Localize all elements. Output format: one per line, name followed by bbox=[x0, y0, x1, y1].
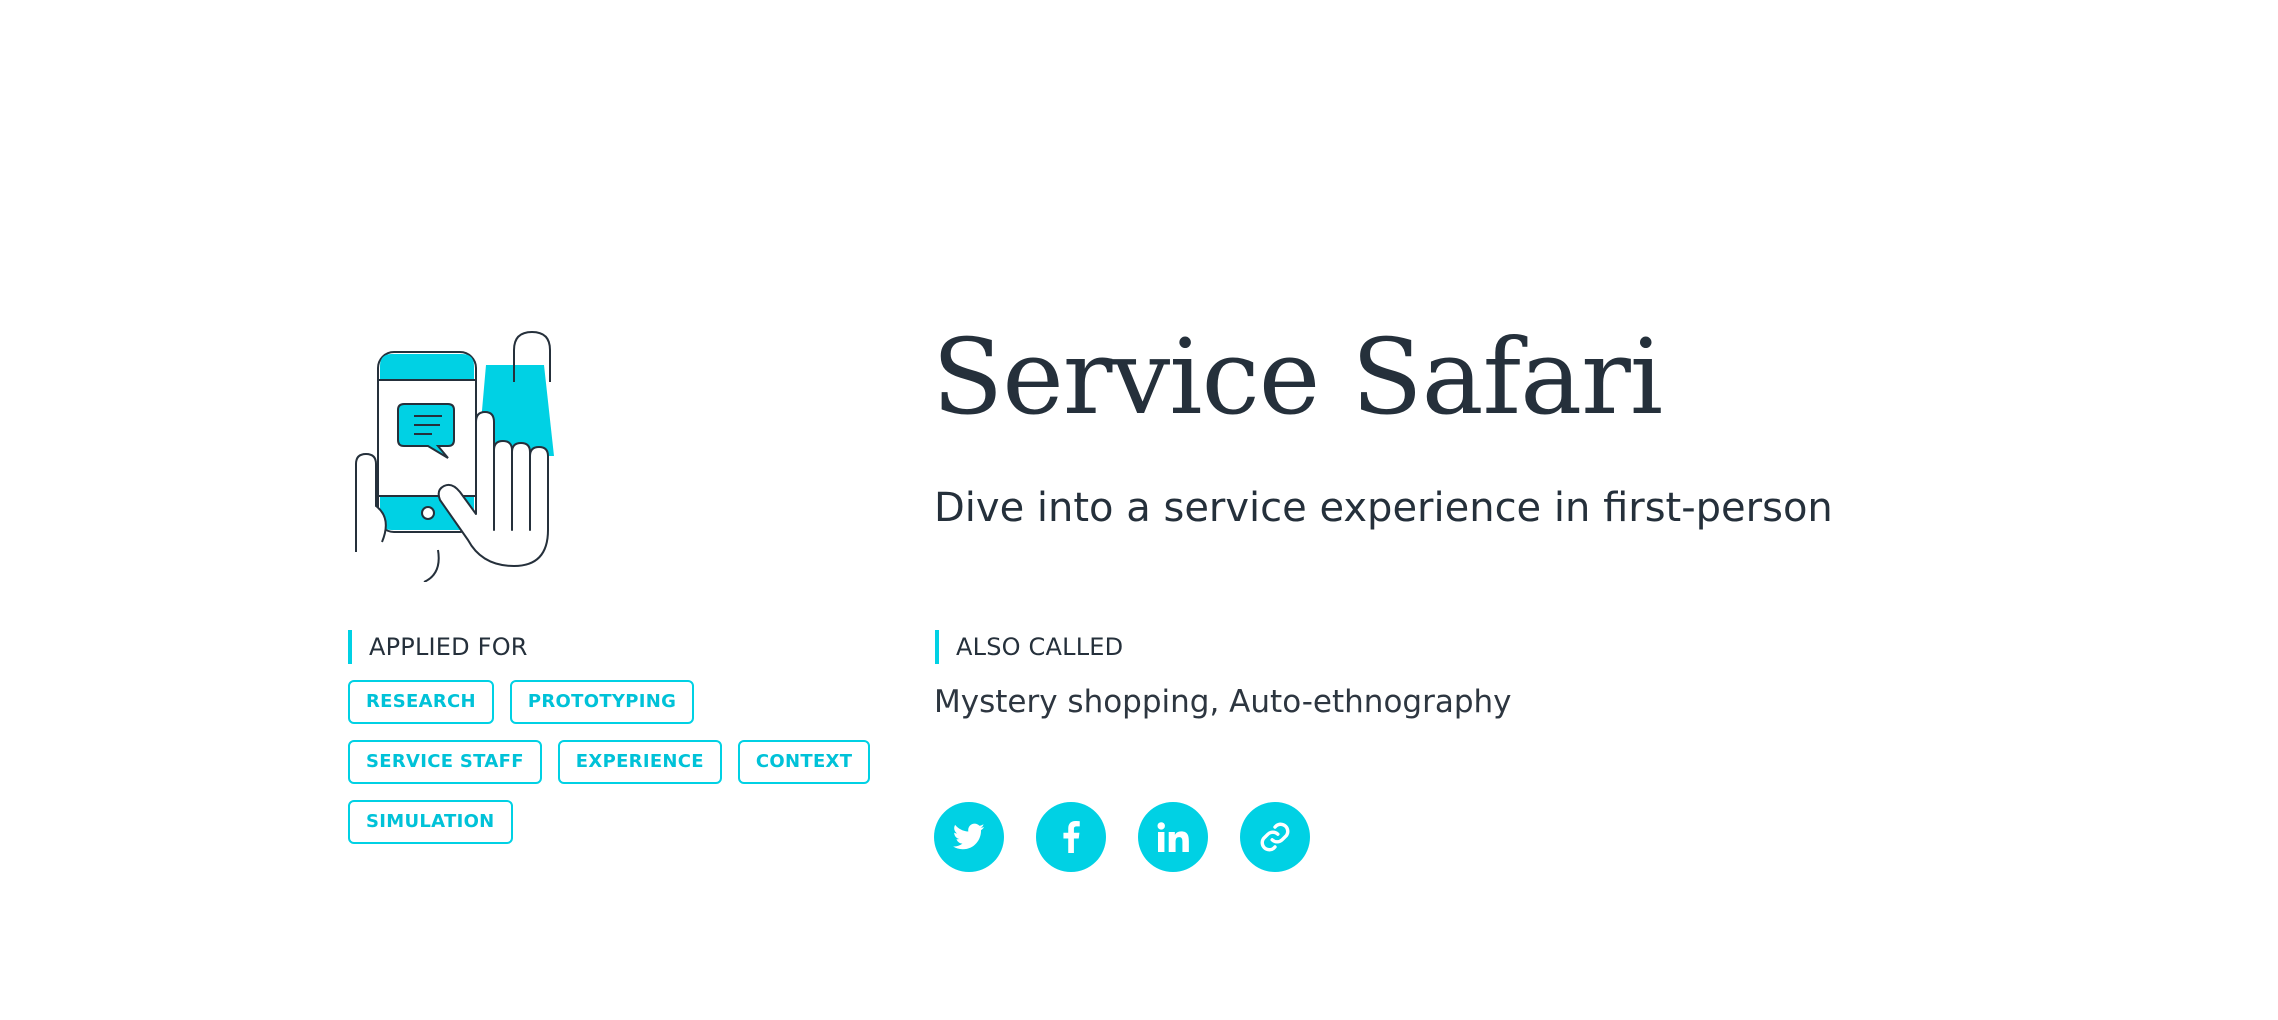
phone-shopping-hand-icon bbox=[352, 330, 592, 582]
tag-simulation[interactable]: SIMULATION bbox=[348, 800, 513, 844]
also-called-value: Mystery shopping, Auto-ethnography bbox=[934, 684, 1512, 720]
tag-service-staff[interactable]: SERVICE STAFF bbox=[348, 740, 542, 784]
linkedin-icon bbox=[1157, 822, 1189, 852]
tag-research[interactable]: RESEARCH bbox=[348, 680, 494, 724]
tag-prototyping[interactable]: PROTOTYPING bbox=[509, 680, 695, 724]
share-buttons bbox=[934, 802, 1310, 872]
tag-context[interactable]: CONTEXT bbox=[737, 740, 871, 784]
linkedin-share-button[interactable] bbox=[1138, 802, 1208, 872]
tag-row: SIMULATION bbox=[348, 800, 868, 844]
tag-row: RESEARCH PROTOTYPING bbox=[348, 680, 868, 724]
also-called-label: ALSO CALLED bbox=[935, 630, 1123, 664]
facebook-icon bbox=[1062, 821, 1080, 853]
twitter-icon bbox=[953, 823, 985, 851]
applied-for-tags: RESEARCH PROTOTYPING SERVICE STAFF EXPER… bbox=[348, 680, 871, 860]
page-title: Service Safari bbox=[932, 316, 1663, 438]
tag-experience[interactable]: EXPERIENCE bbox=[557, 740, 722, 784]
page-subtitle: Dive into a service experience in first-… bbox=[934, 485, 1833, 531]
twitter-share-button[interactable] bbox=[934, 802, 1004, 872]
copy-link-button[interactable] bbox=[1240, 802, 1310, 872]
tag-row: SERVICE STAFF EXPERIENCE CONTEXT bbox=[348, 740, 871, 784]
link-icon bbox=[1258, 820, 1292, 854]
facebook-share-button[interactable] bbox=[1036, 802, 1106, 872]
applied-for-label: APPLIED FOR bbox=[348, 630, 528, 664]
